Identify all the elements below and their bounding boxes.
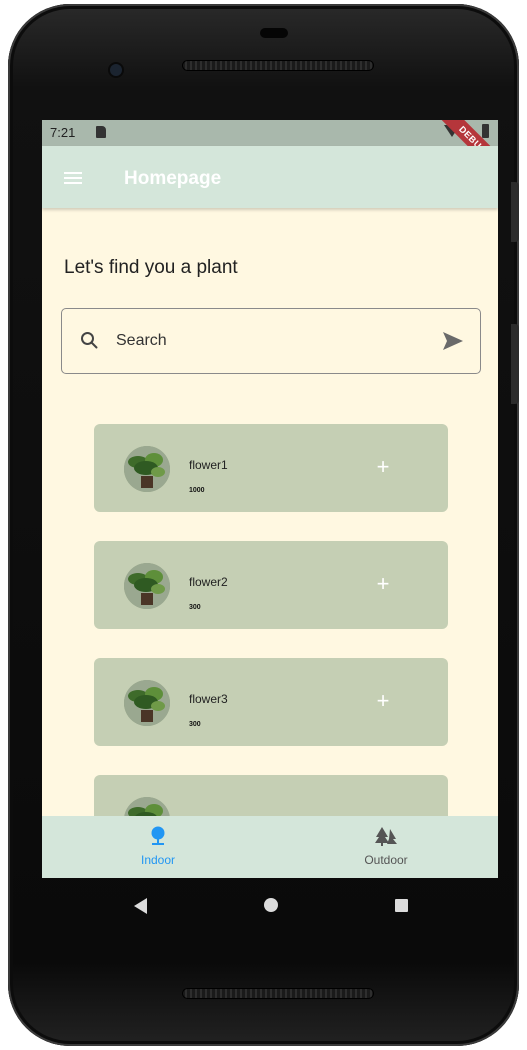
plant-price: 300	[189, 604, 201, 611]
app-screen: 7:21 DEBUG Homepage Let's find you a pla…	[42, 120, 498, 878]
plant-price: 1000	[189, 487, 205, 494]
indoor-plant-icon	[151, 826, 165, 845]
plant-name: flower1	[189, 458, 228, 472]
status-bar: 7:21 DEBUG	[42, 120, 498, 185]
plant-price: 300	[189, 721, 201, 728]
nav-label-indoor: Indoor	[140, 853, 176, 867]
bottom-speaker	[182, 988, 374, 999]
app-title: Homepage	[124, 168, 222, 189]
plant-card[interactable]: flower2 300 +	[94, 541, 448, 629]
top-notch	[260, 28, 288, 38]
search-icon	[81, 332, 98, 349]
bottom-navigation: Indoor Outdoor	[42, 816, 498, 878]
plant-avatar	[124, 446, 170, 492]
battery-icon	[482, 124, 489, 138]
system-navigation-bar	[42, 878, 498, 938]
add-plant-button[interactable]: +	[370, 454, 396, 480]
plant-card[interactable]: flower3 300 +	[94, 658, 448, 746]
plant-card[interactable]: flower1 1000 +	[94, 424, 448, 512]
nav-item-outdoor[interactable]: Outdoor	[326, 826, 446, 867]
nav-item-indoor[interactable]: Indoor	[98, 826, 218, 867]
status-time: 7:21	[50, 125, 76, 140]
nav-label-outdoor: Outdoor	[364, 853, 408, 867]
home-icon[interactable]	[264, 898, 278, 912]
send-icon[interactable]	[442, 331, 464, 351]
trees-icon	[375, 827, 397, 846]
page-heading: Let's find you a plant	[64, 257, 238, 278]
app-bar: Homepage	[42, 146, 498, 208]
search-box[interactable]	[61, 308, 481, 374]
plant-name: flower3	[189, 692, 228, 706]
power-button	[511, 182, 519, 242]
front-camera	[110, 64, 122, 76]
plant-name: flower2	[189, 575, 228, 589]
sd-card-icon	[96, 126, 106, 138]
add-plant-button[interactable]: +	[370, 571, 396, 597]
plant-avatar	[124, 563, 170, 609]
volume-button	[511, 324, 519, 404]
top-speaker	[182, 60, 374, 71]
back-icon[interactable]	[134, 898, 147, 914]
menu-icon[interactable]	[64, 172, 82, 184]
recent-apps-icon[interactable]	[395, 899, 408, 912]
add-plant-button[interactable]: +	[370, 688, 396, 714]
plant-avatar	[124, 680, 170, 726]
search-input[interactable]	[114, 327, 418, 355]
